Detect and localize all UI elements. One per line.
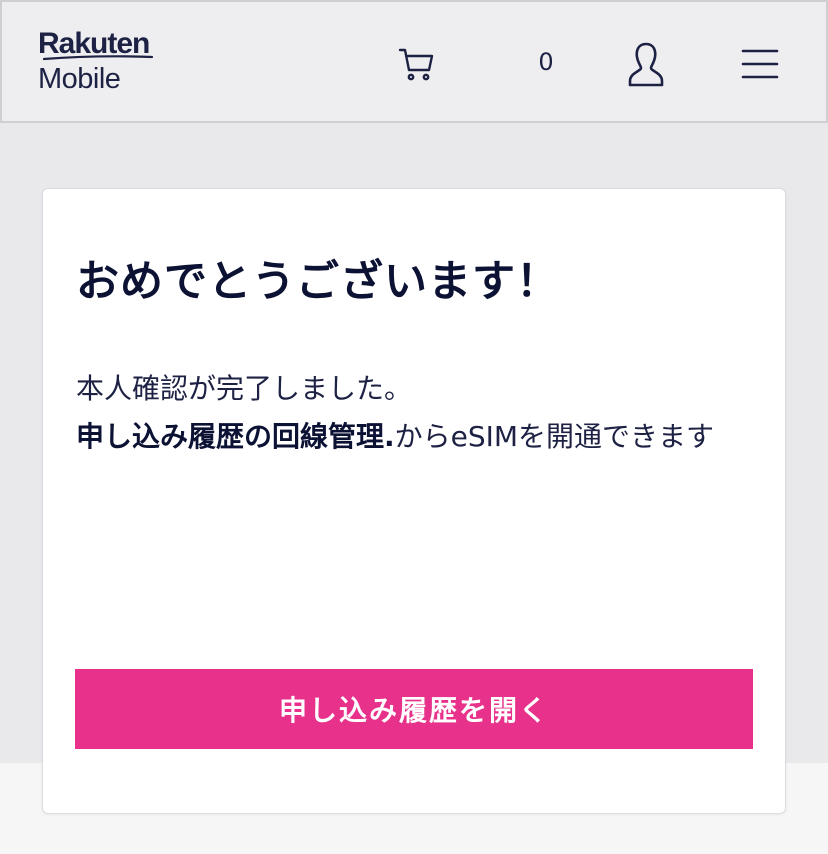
verification-complete-text: 本人確認が完了しました。	[76, 372, 413, 405]
open-application-history-button[interactable]: 申し込み履歴を開く	[75, 669, 753, 749]
cart-button[interactable]	[394, 42, 438, 86]
cart-count-badge: 0	[538, 48, 554, 76]
menu-button[interactable]	[738, 44, 782, 84]
rakuten-mobile-logo[interactable]: Rakuten Mobile	[38, 29, 154, 95]
completion-card: おめでとうございます！ 本人確認が完了しました。 申し込み履歴の回線管理.からe…	[42, 188, 786, 814]
account-button[interactable]	[624, 40, 668, 90]
cart-icon	[398, 48, 434, 81]
logo-product-text: Mobile	[38, 63, 121, 95]
esim-activation-text: 申し込み履歴の回線管理.からeSIMを開通できます	[76, 413, 766, 461]
user-icon	[628, 42, 664, 87]
esim-activation-rest: からeSIMを開通できます	[394, 420, 715, 453]
completion-message: 本人確認が完了しました。 申し込み履歴の回線管理.からeSIMを開通できます	[76, 365, 766, 461]
site-header: Rakuten Mobile 0	[0, 0, 828, 123]
logo-swoosh-icon	[42, 55, 154, 61]
hamburger-menu-icon	[741, 49, 779, 79]
congratulations-heading: おめでとうございます！	[76, 257, 560, 307]
line-management-link[interactable]: 申し込み履歴の回線管理.	[76, 420, 395, 453]
